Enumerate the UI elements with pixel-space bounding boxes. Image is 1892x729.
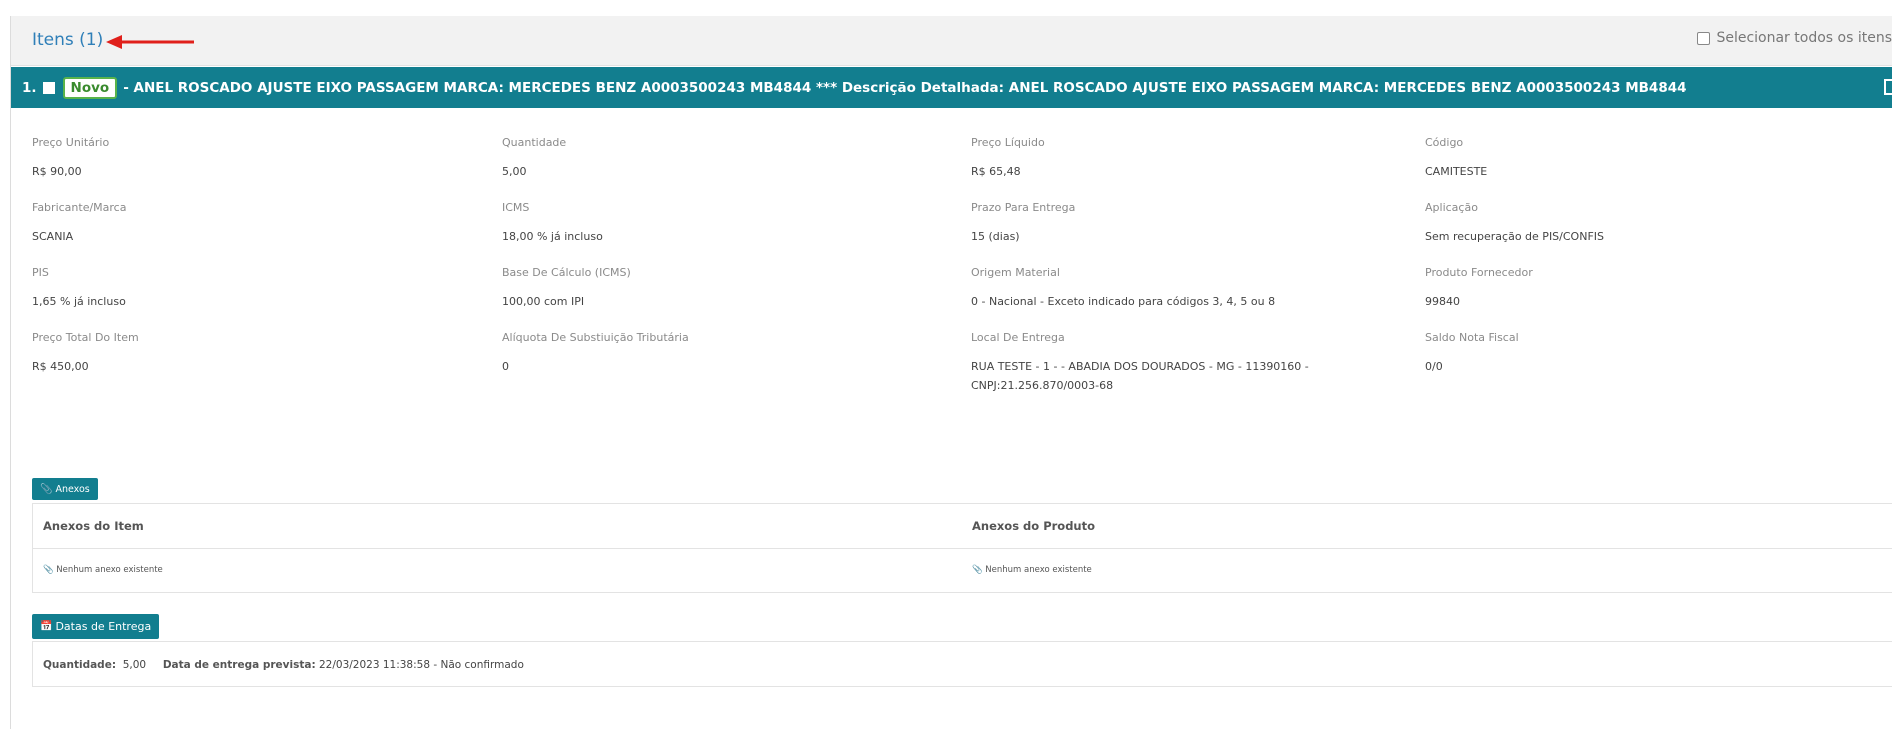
- checkbox-icon[interactable]: [1697, 31, 1711, 45]
- qty-label: Quantidade:: [43, 659, 117, 671]
- field-label: Preço Total Do Item: [32, 331, 139, 344]
- field-value: 18,00 % já incluso: [502, 230, 603, 243]
- panel-left-border: [10, 16, 11, 729]
- delivery-date-row: Quantidade: 5,00 Data de entrega previst…: [43, 659, 524, 671]
- field-value: RUA TESTE - 1 - - ABADIA DOS DOURADOS - …: [971, 357, 1309, 395]
- field-label: PIS: [32, 266, 49, 279]
- field-label: Preço Líquido: [971, 136, 1045, 149]
- field-label: Aplicação: [1425, 201, 1478, 214]
- items-panel-header: Itens (1) Selecionar todos os itens: [11, 16, 1892, 66]
- field-label: Quantidade: [502, 136, 567, 149]
- field-label: Alíquota De Substiuição Tributária: [502, 331, 689, 344]
- status-badge: Novo: [62, 76, 118, 99]
- datas-entrega-button-label: Datas de Entrega: [55, 620, 152, 633]
- anexos-button-label: Anexos: [55, 483, 90, 495]
- anexos-item-empty: 📎 Nenhum anexo existente: [43, 565, 163, 575]
- field-label: Saldo Nota Fiscal: [1425, 331, 1519, 344]
- date-label: Data de entrega prevista:: [162, 659, 316, 671]
- paperclip-icon: 📎: [972, 565, 983, 575]
- paperclip-icon: 📎: [43, 565, 54, 575]
- field-label: Preço Unitário: [32, 136, 110, 149]
- field-value: 0: [502, 360, 509, 373]
- anexos-produto-empty: 📎 Nenhum anexo existente: [972, 565, 1092, 575]
- anexos-table-header: Anexos do Item Anexos do Produto: [33, 504, 1892, 549]
- anexos-table: Anexos do Item Anexos do Produto 📎 Nenhu…: [32, 503, 1892, 593]
- field-preco-liquido: Preço Líquido R$ 65,48: [971, 136, 1045, 181]
- field-value: Sem recuperação de PIS/CONFIS: [1425, 230, 1604, 243]
- field-value: 1,65 % já incluso: [32, 295, 126, 308]
- field-preco-total: Preço Total Do Item R$ 450,00: [32, 331, 139, 376]
- anexos-produto-empty-text: Nenhum anexo existente: [985, 565, 1092, 575]
- field-label: Produto Fornecedor: [1425, 266, 1533, 279]
- paperclip-icon: 📎: [40, 483, 53, 495]
- calendar-icon: 📅: [40, 621, 53, 632]
- field-fabricante: Fabricante/Marca SCANIA: [32, 201, 126, 246]
- items-title[interactable]: Itens (1): [32, 30, 103, 50]
- field-codigo: Código CAMITESTE: [1425, 136, 1487, 181]
- field-value: R$ 65,48: [971, 165, 1021, 178]
- field-origem-material: Origem Material 0 - Nacional - Exceto in…: [971, 266, 1275, 311]
- field-value: R$ 90,00: [32, 165, 82, 178]
- field-preco-unitario: Preço Unitário R$ 90,00: [32, 136, 109, 181]
- field-value: 0/0: [1425, 360, 1443, 373]
- datas-entrega-button[interactable]: 📅 Datas de Entrega: [32, 614, 160, 639]
- field-value: 99840: [1425, 295, 1460, 308]
- field-value: 100,00 com IPI: [502, 295, 585, 308]
- address-line: RUA TESTE - 1 - - ABADIA DOS DOURADOS - …: [971, 360, 1309, 373]
- date-value: 22/03/2023 11:38:58 - Não confirmado: [319, 659, 524, 671]
- datas-entrega-box: Quantidade: 5,00 Data de entrega previst…: [32, 641, 1892, 687]
- field-prazo-entrega: Prazo Para Entrega 15 (dias): [971, 201, 1075, 246]
- field-quantidade: Quantidade 5,00: [502, 136, 566, 181]
- field-aplicacao: Aplicação Sem recuperação de PIS/CONFIS: [1425, 201, 1604, 246]
- item-toggle-box[interactable]: [1884, 79, 1892, 95]
- top-strip: [0, 0, 1892, 16]
- item-number: 1.: [22, 79, 37, 96]
- field-value: 15 (dias): [971, 230, 1020, 243]
- field-label: Fabricante/Marca: [32, 201, 127, 214]
- item-checkbox[interactable]: [42, 81, 55, 94]
- field-value: 0 - Nacional - Exceto indicado para códi…: [971, 295, 1276, 308]
- field-base-calculo: Base De Cálculo (ICMS) 100,00 com IPI: [502, 266, 631, 311]
- anexos-item-empty-text: Nenhum anexo existente: [56, 565, 163, 575]
- field-label: Código: [1425, 136, 1464, 149]
- select-all-checkbox[interactable]: Selecionar todos os itens: [1697, 30, 1892, 46]
- qty-value: 5,00: [122, 659, 147, 671]
- field-value: 5,00: [502, 165, 527, 178]
- anexos-item-header: Anexos do Item: [43, 519, 144, 533]
- field-value: SCANIA: [32, 230, 74, 243]
- select-all-label: Selecionar todos os itens: [1716, 30, 1892, 46]
- field-saldo-nf: Saldo Nota Fiscal 0/0: [1425, 331, 1519, 376]
- field-aliquota-st: Alíquota De Substiuição Tributária 0: [502, 331, 689, 376]
- anexos-button[interactable]: 📎 Anexos: [32, 478, 98, 500]
- anexos-produto-header: Anexos do Produto: [972, 519, 1096, 533]
- field-value: R$ 450,00: [32, 360, 89, 373]
- field-label: Prazo Para Entrega: [971, 201, 1076, 214]
- field-pis: PIS 1,65 % já incluso: [32, 266, 126, 311]
- field-value: CAMITESTE: [1425, 165, 1488, 178]
- field-produto-fornecedor: Produto Fornecedor 99840: [1425, 266, 1533, 311]
- item-description: - ANEL ROSCADO AJUSTE EIXO PASSAGEM MARC…: [123, 79, 1687, 96]
- cnpj-line: CNPJ:21.256.870/0003-68: [971, 379, 1114, 392]
- red-arrow-icon: [106, 35, 194, 49]
- item-title-bar[interactable]: 1. Novo - ANEL ROSCADO AJUSTE EIXO PASSA…: [11, 67, 1892, 108]
- field-icms: ICMS 18,00 % já incluso: [502, 201, 603, 246]
- field-label: Local De Entrega: [971, 331, 1065, 344]
- field-label: ICMS: [502, 201, 530, 214]
- field-label: Origem Material: [971, 266, 1060, 279]
- field-label: Base De Cálculo (ICMS): [502, 266, 631, 279]
- field-local-entrega: Local De Entrega RUA TESTE - 1 - - ABADI…: [971, 331, 1309, 395]
